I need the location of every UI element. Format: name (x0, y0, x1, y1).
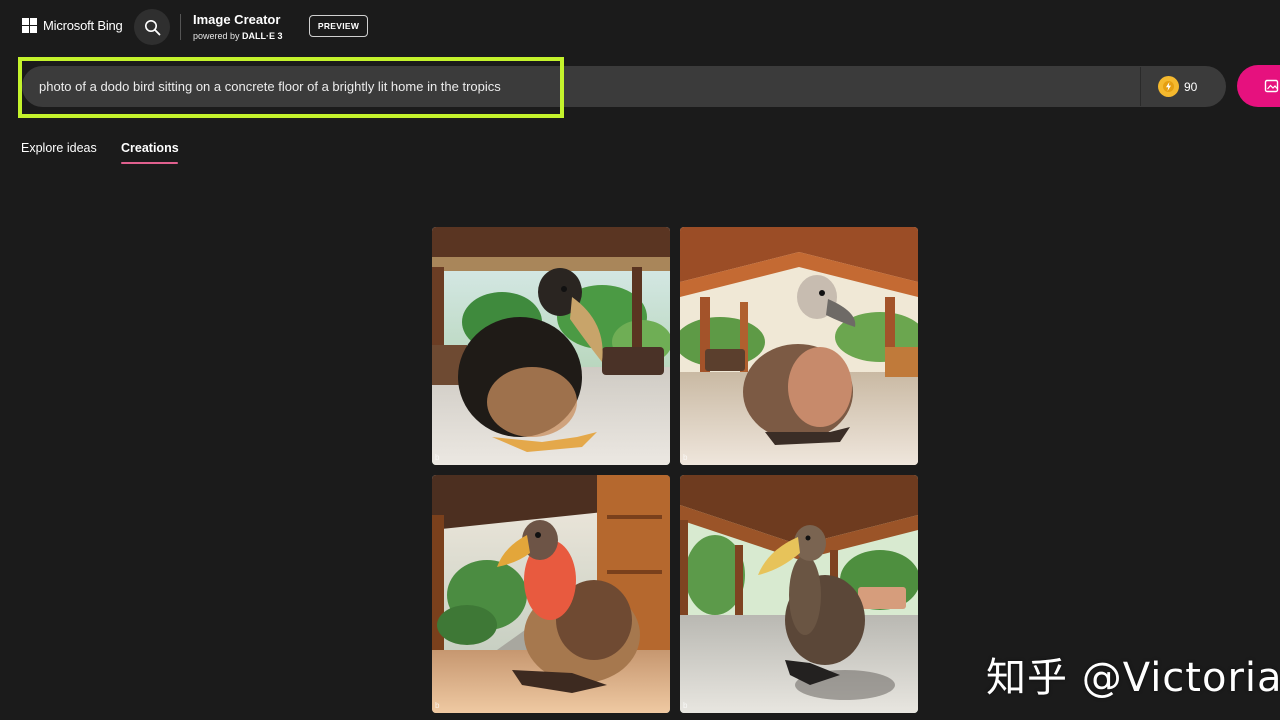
subtitle-prefix: powered by (193, 31, 240, 41)
boost-divider (1140, 67, 1141, 106)
image-mark: b (683, 453, 688, 462)
boost-count: 90 (1184, 80, 1198, 94)
brand-name: Microsoft Bing (43, 18, 123, 33)
generated-image-4[interactable]: b (680, 475, 918, 713)
generated-image-3[interactable]: b (432, 475, 670, 713)
header-divider (180, 14, 181, 40)
preview-badge: PREVIEW (309, 15, 368, 37)
search-button[interactable] (134, 9, 170, 45)
dodo-image-1 (432, 227, 670, 465)
watermark: 知乎 @Victoria (986, 655, 1280, 701)
lightning-icon (1163, 81, 1174, 92)
create-image-icon (1264, 79, 1279, 93)
dodo-image-4 (680, 475, 918, 713)
subtitle-engine: DALL·E 3 (242, 31, 283, 41)
image-mark: b (435, 453, 440, 462)
search-icon (144, 19, 160, 35)
image-mark: b (435, 701, 440, 710)
tab-explore-ideas[interactable]: Explore ideas (21, 141, 97, 155)
dodo-image-3 (432, 475, 670, 713)
image-mark: b (683, 701, 688, 710)
generated-image-2[interactable]: b (680, 227, 918, 465)
microsoft-bing-logo[interactable]: Microsoft Bing (22, 18, 123, 33)
page-title[interactable]: Image Creator (193, 12, 280, 27)
dodo-image-2 (680, 227, 918, 465)
generated-image-1[interactable]: b (432, 227, 670, 465)
microsoft-logo-icon (22, 18, 37, 33)
active-tab-indicator (121, 162, 178, 164)
prompt-highlight-box (18, 57, 564, 118)
top-bar: Microsoft Bing Image Creator powered by … (0, 0, 1280, 54)
tab-creations[interactable]: Creations (121, 141, 179, 155)
page-subtitle: powered by DALL·E 3 (193, 31, 283, 41)
lightning-coin-icon[interactable] (1158, 76, 1179, 97)
